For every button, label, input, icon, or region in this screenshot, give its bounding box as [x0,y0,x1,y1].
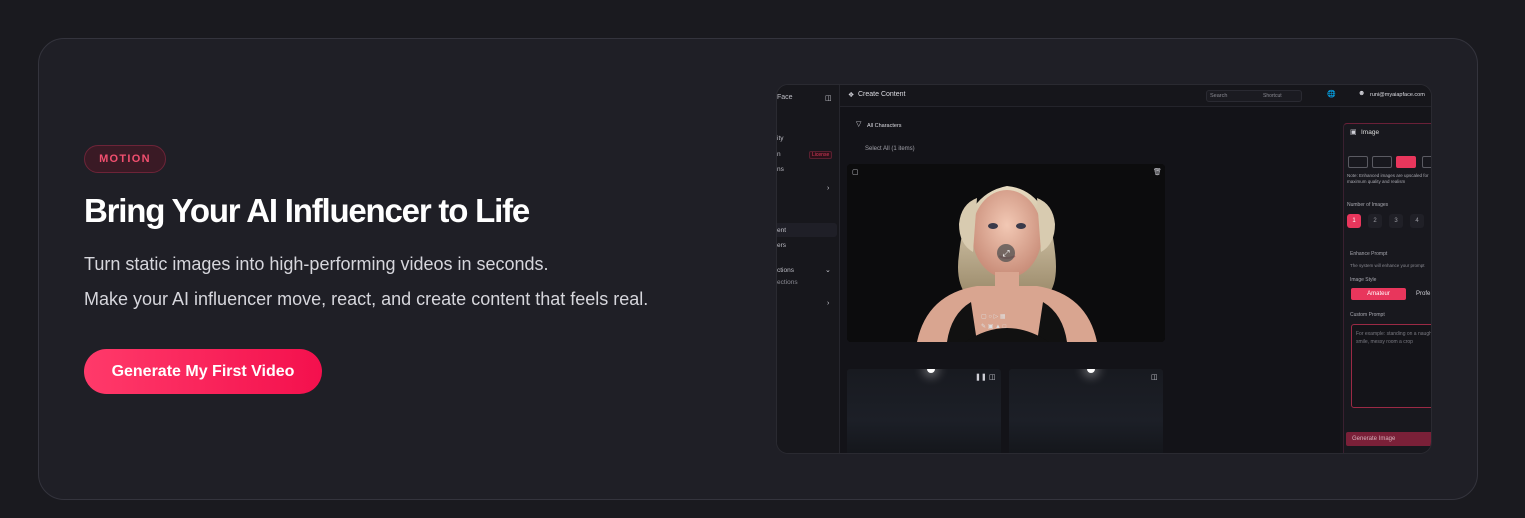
custom-prompt-label: Custom Prompt [1350,312,1385,318]
app-topbar: ❖ Create Content Search Shortcut 🌐 ☻ run… [840,85,1431,107]
video-icon: ◫ [989,374,996,381]
sidebar-item: ity [777,135,784,142]
sidebar-item: n [777,151,781,158]
expand-icon[interactable]: ⤢ [997,244,1015,262]
app-screenshot: Face ◫ ity n License ns › ent ers ctions… [776,84,1432,454]
panel-title: Image [1361,129,1380,136]
search-hint: Shortcut [1263,93,1282,99]
image-style-label: Image Style [1350,277,1377,283]
num-images-option[interactable]: 3 [1389,214,1403,228]
num-images-option-selected[interactable]: 1 [1347,214,1361,228]
motion-badge: MOTION [84,145,166,173]
sidebar-item: ent [777,227,787,234]
aspect-ratio-option-selected[interactable] [1396,156,1416,168]
custom-prompt-placeholder: For example: standing on a naughty smile… [1356,331,1432,345]
sidebar-item: ns [777,166,784,173]
sidebar-item: ers [777,242,787,249]
filter-label[interactable]: All Characters [867,123,902,129]
aspect-ratio-option[interactable] [1348,156,1368,168]
aspect-ratio-option[interactable] [1422,156,1431,168]
panel-note: Note: Enhanced images are upscaled for m… [1347,173,1429,184]
topbar-title: Create Content [858,91,906,98]
style-amateur-button[interactable]: Amateur [1351,288,1406,300]
style-pro-button[interactable]: Profe [1416,291,1430,297]
delete-icon[interactable]: 🗑 [1153,168,1162,176]
sidebar-item: ctions [777,267,794,274]
num-images-label: Number of Images [1347,202,1389,208]
video-thumbnail[interactable]: ◫ [1009,369,1163,453]
pause-icon[interactable]: ❚❚ [975,373,987,381]
search-input[interactable]: Search Shortcut [1206,90,1302,102]
num-images-option[interactable]: 4 [1410,214,1424,228]
image-icon: ▣ [1350,129,1357,136]
generate-first-video-button[interactable]: Generate My First Video [84,349,322,394]
num-images-option[interactable]: 2 [1368,214,1382,228]
ceiling-light [1087,369,1095,373]
chevron-down-icon: ⌄ [825,267,831,274]
image-panel: ▣ Image Note: Enhanced images are upscal… [1343,123,1432,453]
ceiling-light [927,369,935,373]
enhance-label: Enhance Prompt [1350,251,1388,257]
create-icon: ❖ [848,92,855,99]
license-badge: License [809,151,833,159]
custom-prompt-input[interactable]: For example: standing on a naughty smile… [1351,324,1432,408]
search-placeholder: Search [1210,93,1228,99]
photo-action-icons[interactable]: ▢ ○ ▷ ▦ ✎ ▣ ▲ □ [981,312,1033,334]
enhance-desc: The system will enhance your prompt [1350,263,1425,268]
filter-icon: ▽ [856,121,862,128]
video-icon: ◫ [1151,374,1158,381]
aspect-ratio-option[interactable] [1372,156,1392,168]
sidebar-collapse-icon: ◫ [825,95,832,102]
select-all-label[interactable]: Select All (1 items) [865,146,915,152]
subtext-line-2: Make your AI influencer move, react, and… [84,289,649,309]
chevron-right-icon: › [827,185,830,192]
user-icon[interactable]: ☻ [1358,90,1365,97]
globe-icon[interactable]: 🌐 [1327,90,1336,98]
sidebar-item: ections [777,279,798,286]
user-email: runi@myaiapface.com [1370,92,1425,98]
sidebar-brand: Face [777,94,793,101]
influencer-photo[interactable]: ▢ 🗑 ⤢ ▢ ○ ▷ ▦ ✎ ▣ ▲ □ [847,164,1165,342]
subtext-line-1: Turn static images into high-performing … [84,254,549,274]
select-checkbox-icon[interactable]: ▢ [852,168,859,176]
video-thumbnail[interactable]: ❚❚ ◫ [847,369,1001,453]
headline: Bring Your AI Influencer to Life [84,192,530,229]
generate-image-button[interactable]: Generate Image [1346,432,1431,446]
chevron-right-icon: › [827,300,830,307]
app-sidebar: Face ◫ ity n License ns › ent ers ctions… [777,85,840,453]
